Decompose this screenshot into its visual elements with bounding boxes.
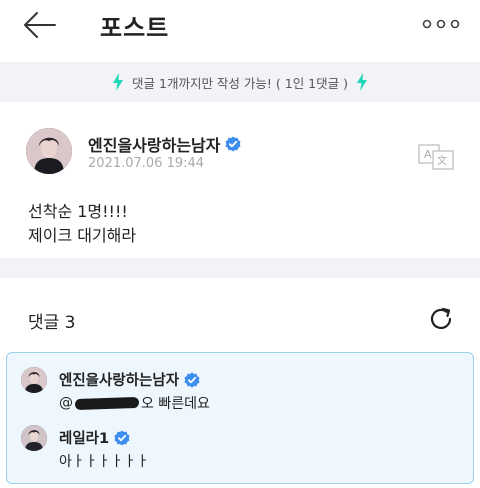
refresh-button[interactable] <box>426 304 456 334</box>
avatar-image <box>26 128 72 174</box>
author-name-text: 엔진을사랑하는남자 <box>88 136 221 155</box>
comment-text: @ 오 빠른데요 <box>59 393 210 413</box>
comment-text: 아ㅏㅏㅏㅏㅏㅏ <box>59 451 149 471</box>
comment-author[interactable]: 엔진을사랑하는남자 <box>59 369 200 390</box>
post-author[interactable]: 엔진을사랑하는남자 <box>88 132 241 156</box>
comment-body: 오 빠른데요 <box>141 396 210 412</box>
comment-thread: 엔진을사랑하는남자 @ 오 빠른데요 레일라1 아ㅏㅏㅏㅏㅏㅏ <box>6 352 474 484</box>
comment-author-text: 레일라1 <box>59 431 110 447</box>
comments-header: 댓글 3 <box>0 278 480 348</box>
post-card: 엔진을사랑하는남자 2021.07.06 19:44 A 文 선착순 1명!!!… <box>0 102 480 258</box>
svg-text:文: 文 <box>437 154 447 167</box>
comment-author[interactable]: 레일라1 <box>59 427 130 448</box>
verified-badge-icon <box>225 136 241 152</box>
comment-item: 엔진을사랑하는남자 @ 오 빠른데요 <box>7 367 473 417</box>
author-avatar[interactable] <box>26 128 72 174</box>
comment-avatar[interactable] <box>21 367 47 393</box>
translate-button[interactable]: A 文 <box>418 144 454 170</box>
top-bar: 포스트 <box>0 0 480 56</box>
post-body: 선착순 1명!!!! 제이크 대기해라 <box>28 200 136 248</box>
more-horizontal-icon <box>422 19 460 29</box>
lightning-icon <box>356 73 367 91</box>
avatar-image <box>21 367 47 393</box>
post-body-line: 제이크 대기해라 <box>28 226 137 245</box>
comment-limit-notice: 댓글 1개까지만 작성 가능! ( 1인 1댓글 ) <box>0 62 480 102</box>
comment-item: 레일라1 아ㅏㅏㅏㅏㅏㅏ <box>7 425 473 475</box>
avatar-image <box>21 425 47 451</box>
redacted-mention <box>74 396 140 410</box>
arrow-left-icon <box>24 12 56 38</box>
svg-text:A: A <box>424 148 432 161</box>
comment-author-text: 엔진을사랑하는남자 <box>59 373 180 389</box>
post-body-line: 선착순 1명!!!! <box>28 202 128 221</box>
page-title: 포스트 <box>100 14 170 42</box>
section-divider <box>0 258 480 278</box>
back-button[interactable] <box>22 10 58 40</box>
lightning-icon <box>113 73 124 91</box>
comment-body: 아ㅏㅏㅏㅏㅏㅏ <box>59 454 150 470</box>
post-timestamp: 2021.07.06 19:44 <box>88 156 205 171</box>
mention-prefix: @ <box>59 395 73 411</box>
verified-badge-icon <box>114 430 130 445</box>
comments-count: 댓글 3 <box>28 313 76 333</box>
comment-avatar[interactable] <box>21 425 47 451</box>
more-options-button[interactable] <box>422 14 460 34</box>
refresh-icon <box>430 307 452 330</box>
notice-text: 댓글 1개까지만 작성 가능! ( 1인 1댓글 ) <box>132 75 348 91</box>
verified-badge-icon <box>184 372 200 387</box>
translate-icon: A 文 <box>418 144 454 170</box>
